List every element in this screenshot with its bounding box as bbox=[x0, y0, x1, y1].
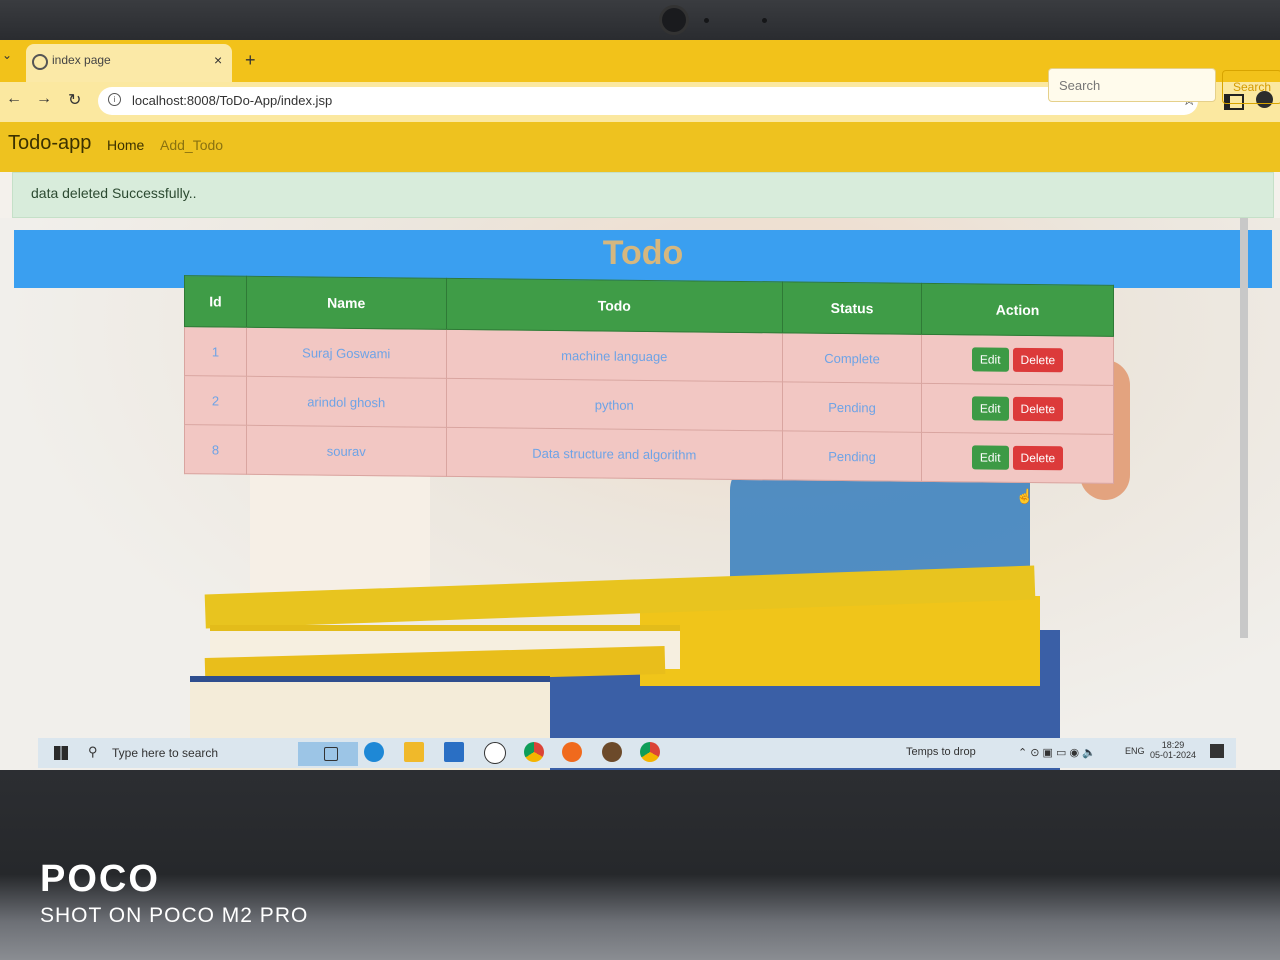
firefox-icon[interactable] bbox=[562, 742, 582, 762]
cell-action: Edit Delete bbox=[921, 432, 1114, 484]
cell-name: arindol ghosh bbox=[246, 376, 447, 428]
edit-button[interactable]: Edit bbox=[971, 347, 1009, 372]
camera-watermark-brand: POCO bbox=[40, 858, 160, 900]
site-info-icon[interactable]: i bbox=[108, 93, 121, 106]
chrome-icon[interactable] bbox=[640, 742, 660, 762]
search-button[interactable]: Search bbox=[1222, 70, 1280, 104]
file-explorer-icon[interactable] bbox=[404, 742, 424, 762]
cell-id: 2 bbox=[184, 375, 247, 426]
search-button-label: Search bbox=[1233, 80, 1272, 94]
back-arrow-icon[interactable]: ← bbox=[6, 90, 22, 108]
page-title: Todo bbox=[602, 234, 684, 272]
table-row: 8 sourav Data structure and algorithm Pe… bbox=[184, 424, 1114, 484]
edge-browser-icon[interactable] bbox=[364, 742, 384, 762]
mouse-pointer-icon: ☝ bbox=[1016, 488, 1034, 504]
page-scrollbar[interactable] bbox=[1240, 218, 1248, 638]
cell-name: Suraj Goswami bbox=[246, 327, 447, 379]
delete-button[interactable]: Delete bbox=[1012, 396, 1064, 422]
webcam-sensor bbox=[704, 18, 709, 23]
task-view-icon[interactable] bbox=[324, 747, 338, 761]
todo-table: Id Name Todo Status Action 1 Suraj Goswa… bbox=[184, 275, 1114, 484]
url-text: localhost:8008/ToDo-App/index.jsp bbox=[132, 93, 333, 108]
reload-icon[interactable]: ↻ bbox=[68, 90, 81, 110]
clock-time: 18:29 bbox=[1161, 740, 1185, 750]
cell-status: Pending bbox=[782, 381, 922, 433]
new-tab-icon[interactable]: + bbox=[245, 50, 256, 71]
notification-icon[interactable] bbox=[1210, 744, 1224, 758]
tab-close-icon[interactable]: × bbox=[214, 52, 222, 68]
address-bar[interactable]: i localhost:8008/ToDo-App/index.jsp bbox=[98, 87, 1198, 115]
windows-start-icon[interactable] bbox=[54, 746, 68, 760]
column-header-action: Action bbox=[921, 283, 1114, 337]
cell-status: Pending bbox=[782, 430, 922, 482]
app-brand[interactable]: Todo-app bbox=[8, 132, 91, 155]
cell-id: 1 bbox=[184, 326, 247, 377]
app-icon[interactable] bbox=[602, 742, 622, 762]
background-photo-arm bbox=[250, 460, 430, 600]
laptop-bezel-top bbox=[0, 0, 1280, 40]
webcam-light bbox=[762, 18, 767, 23]
taskbar-search-text: Type here to search bbox=[112, 746, 219, 760]
mail-icon[interactable] bbox=[444, 742, 464, 762]
laptop-body bbox=[0, 770, 1280, 960]
taskbar-search-box[interactable]: ⚲ Type here to search bbox=[88, 738, 358, 768]
weather-widget[interactable]: Temps to drop bbox=[906, 746, 976, 758]
language-indicator[interactable]: ENG bbox=[1125, 746, 1145, 756]
cell-todo: python bbox=[446, 378, 783, 431]
search-icon: ⚲ bbox=[88, 744, 98, 759]
nav-link-home[interactable]: Home bbox=[107, 137, 144, 153]
edit-button[interactable]: Edit bbox=[971, 396, 1009, 421]
column-header-name: Name bbox=[246, 276, 447, 330]
tab-list-chevron-icon[interactable]: ⌄ bbox=[2, 48, 12, 62]
webcam bbox=[662, 8, 686, 32]
cell-name: sourav bbox=[246, 425, 447, 477]
browser-tab[interactable]: index page × bbox=[26, 44, 232, 82]
search-placeholder: Search bbox=[1059, 78, 1101, 93]
tab-title: index page bbox=[52, 53, 111, 67]
cell-todo: machine language bbox=[446, 329, 783, 382]
cell-todo: Data structure and algorithm bbox=[446, 427, 783, 480]
clock-date: 05-01-2024 bbox=[1150, 750, 1197, 760]
edit-button[interactable]: Edit bbox=[971, 445, 1009, 470]
windows-taskbar: ⚲ Type here to search Temps to drop ⌃ ⊙ … bbox=[38, 738, 1236, 768]
cell-action: Edit Delete bbox=[921, 383, 1114, 435]
column-header-status: Status bbox=[782, 281, 922, 335]
delete-button[interactable]: Delete bbox=[1012, 347, 1064, 373]
dell-icon[interactable] bbox=[484, 742, 506, 764]
forward-arrow-icon[interactable]: → bbox=[36, 90, 52, 108]
cell-status: Complete bbox=[782, 332, 922, 384]
camera-watermark-caption: SHOT ON POCO M2 PRO bbox=[40, 904, 309, 927]
delete-button[interactable]: Delete bbox=[1012, 445, 1064, 471]
laptop-screen: ⌄ index page × + — ← → ↻ i localhost:800… bbox=[0, 40, 1280, 770]
chrome-icon[interactable] bbox=[524, 742, 544, 762]
cell-action: Edit Delete bbox=[921, 334, 1114, 386]
clock[interactable]: 18:29 05-01-2024 bbox=[1150, 740, 1196, 760]
cell-id: 8 bbox=[184, 424, 247, 475]
alert-message: data deleted Successfully.. bbox=[31, 185, 197, 201]
search-input[interactable]: Search bbox=[1048, 68, 1216, 102]
column-header-todo: Todo bbox=[446, 278, 783, 333]
nav-link-add-todo[interactable]: Add_Todo bbox=[160, 137, 223, 153]
system-tray-icons[interactable]: ⌃ ⊙ ▣ ▭ ◉ 🔈 bbox=[1018, 746, 1096, 759]
app-navbar: Todo-app Home Add_Todo bbox=[0, 122, 1280, 172]
globe-icon bbox=[32, 54, 48, 70]
column-header-id: Id bbox=[184, 275, 247, 328]
success-alert: data deleted Successfully.. bbox=[12, 172, 1274, 218]
